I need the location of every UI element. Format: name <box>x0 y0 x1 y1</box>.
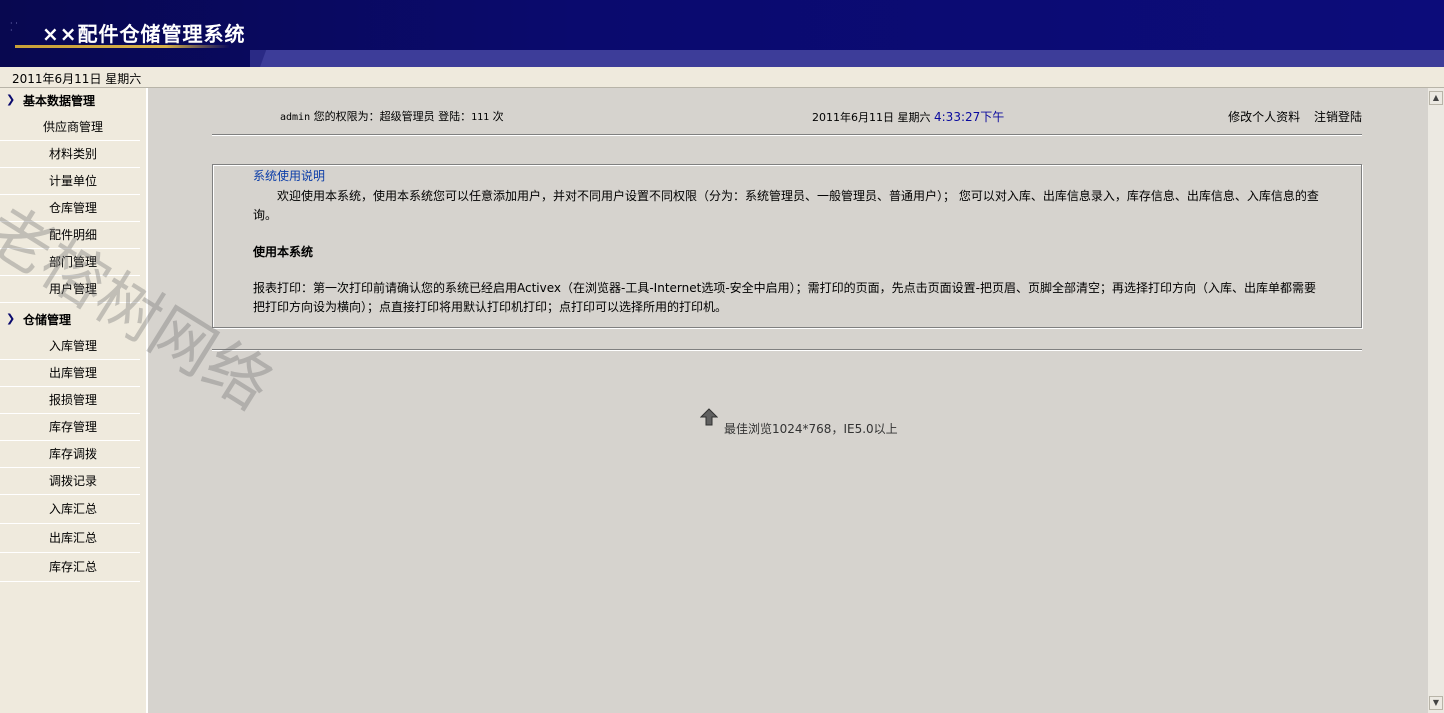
sidebar-item-material-category[interactable]: 材料类别 <box>0 141 140 168</box>
login-prefix: 登陆： <box>438 110 472 123</box>
user-bar: admin 您的权限为：超级管理员 登陆：111 次 2011年6月11日 星期… <box>212 106 1362 126</box>
main-content: admin 您的权限为：超级管理员 登陆：111 次 2011年6月11日 星期… <box>148 88 1428 713</box>
divider <box>212 134 1362 136</box>
scroll-up-icon[interactable]: ▲ <box>1429 91 1443 105</box>
user-info: admin 您的权限为：超级管理员 登陆：111 次 <box>280 108 504 124</box>
sidebar-item-supplier[interactable]: 供应商管理 <box>0 114 140 141</box>
clock: 2011年6月11日 星期六 4:33:27下午 <box>812 108 1004 125</box>
sidebar-section-basic-data[interactable]: ❯ 基本数据管理 <box>0 88 146 114</box>
role-prefix: 您的权限为： <box>313 110 380 123</box>
user-links: 修改个人资料 注销登陆 <box>1218 108 1362 125</box>
logout-link[interactable]: 注销登陆 <box>1314 110 1362 124</box>
scroll-down-icon[interactable]: ▼ <box>1429 696 1443 710</box>
sidebar-item-transfer[interactable]: 库存调拨 <box>0 441 140 468</box>
clock-date: 2011年6月11日 星期六 <box>812 111 931 124</box>
sidebar-item-damage[interactable]: 报损管理 <box>0 387 140 414</box>
sidebar: ❯ 基本数据管理 供应商管理 材料类别 计量单位 仓库管理 配件明细 部门管理 … <box>0 88 148 713</box>
sidebar-section-storage[interactable]: ❯ 仓储管理 <box>0 307 146 333</box>
chevron-right-icon: ❯ <box>6 312 16 325</box>
sidebar-item-warehouse[interactable]: 仓库管理 <box>0 195 140 222</box>
sidebar-item-stock-out-summary[interactable]: 出库汇总 <box>0 524 140 553</box>
banner-decoration: · · · <box>10 19 18 35</box>
divider <box>212 349 1362 351</box>
sidebar-item-stock-out[interactable]: 出库管理 <box>0 360 140 387</box>
chevron-right-icon: ❯ <box>6 93 16 106</box>
date-bar: 2011年6月11日 星期六 <box>0 67 1444 88</box>
usage-instructions-box: 系统使用说明 欢迎使用本系统，使用本系统您可以任意添加用户，并对不同用户设置不同… <box>212 164 1362 328</box>
sidebar-item-unit[interactable]: 计量单位 <box>0 168 140 195</box>
instructions-subtitle: 使用本系统 <box>253 245 314 259</box>
browser-hint-text: 最佳浏览1024*768，IE5.0以上 <box>724 422 898 436</box>
section-label: 仓储管理 <box>23 313 72 327</box>
app-title: ××配件仓储管理系统 <box>42 22 246 46</box>
sidebar-item-parts-detail[interactable]: 配件明细 <box>0 222 140 249</box>
user-role: 超级管理员 <box>379 110 435 123</box>
header-banner: · · · ××配件仓储管理系统 <box>0 0 1444 67</box>
sidebar-item-stock-in[interactable]: 入库管理 <box>0 333 140 360</box>
clock-time: 4:33:27下午 <box>934 110 1005 124</box>
title-underline <box>15 45 230 48</box>
instructions-paragraph: 欢迎使用本系统，使用本系统您可以任意添加用户，并对不同用户设置不同权限（分为：系… <box>253 189 1319 222</box>
sidebar-item-transfer-log[interactable]: 调拨记录 <box>0 468 140 495</box>
username: admin <box>280 112 311 123</box>
vertical-scrollbar[interactable]: ▲ ▼ <box>1428 88 1444 713</box>
current-date: 2011年6月11日 星期六 <box>12 72 142 86</box>
print-instructions-paragraph: 报表打印：第一次打印前请确认您的系统已经启用Activex（在浏览器-工具-In… <box>253 281 1316 314</box>
sidebar-item-users[interactable]: 用户管理 <box>0 276 140 303</box>
instructions-title: 系统使用说明 <box>253 169 326 183</box>
sidebar-item-department[interactable]: 部门管理 <box>0 249 140 276</box>
login-suffix: 次 <box>492 110 504 123</box>
up-arrow-icon <box>700 408 718 426</box>
sidebar-item-inventory[interactable]: 库存管理 <box>0 414 140 441</box>
edit-profile-link[interactable]: 修改个人资料 <box>1228 110 1300 124</box>
banner-stripe <box>260 50 1444 67</box>
section-label: 基本数据管理 <box>23 94 96 108</box>
sidebar-item-inventory-summary[interactable]: 库存汇总 <box>0 553 140 582</box>
login-count: 111 <box>471 112 490 123</box>
sidebar-item-stock-in-summary[interactable]: 入库汇总 <box>0 495 140 524</box>
